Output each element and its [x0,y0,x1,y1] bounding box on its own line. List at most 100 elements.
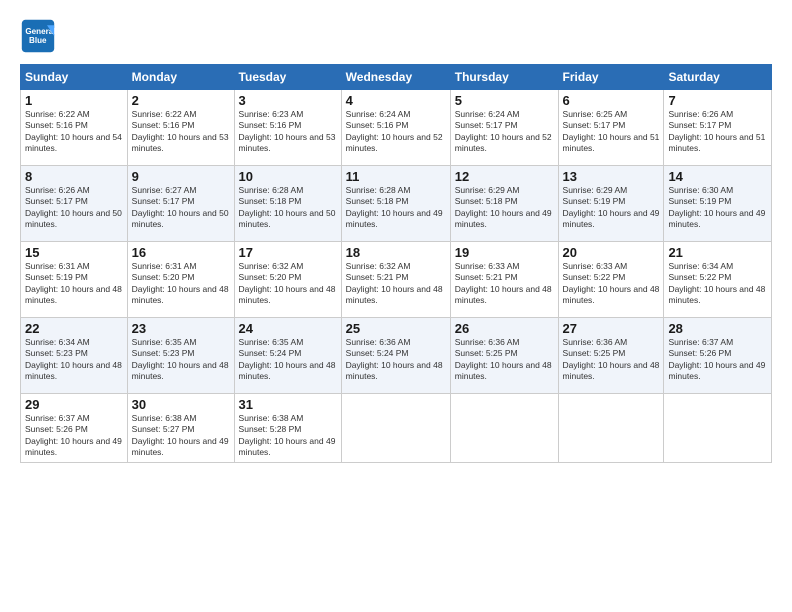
day-number: 17 [239,245,337,260]
day-number: 31 [239,397,337,412]
day-info: Sunrise: 6:38 AMSunset: 5:27 PMDaylight:… [132,413,230,459]
calendar-cell: 29Sunrise: 6:37 AMSunset: 5:26 PMDayligh… [21,394,128,463]
day-info: Sunrise: 6:31 AMSunset: 5:19 PMDaylight:… [25,261,123,307]
calendar-cell: 15Sunrise: 6:31 AMSunset: 5:19 PMDayligh… [21,242,128,318]
calendar-cell: 6Sunrise: 6:25 AMSunset: 5:17 PMDaylight… [558,90,664,166]
day-number: 2 [132,93,230,108]
day-info: Sunrise: 6:24 AMSunset: 5:16 PMDaylight:… [346,109,446,155]
day-info: Sunrise: 6:24 AMSunset: 5:17 PMDaylight:… [455,109,554,155]
day-info: Sunrise: 6:31 AMSunset: 5:20 PMDaylight:… [132,261,230,307]
calendar-cell: 17Sunrise: 6:32 AMSunset: 5:20 PMDayligh… [234,242,341,318]
day-number: 1 [25,93,123,108]
calendar-week-3: 15Sunrise: 6:31 AMSunset: 5:19 PMDayligh… [21,242,772,318]
day-info: Sunrise: 6:28 AMSunset: 5:18 PMDaylight:… [346,185,446,231]
weekday-header-saturday: Saturday [664,65,772,90]
calendar-cell: 4Sunrise: 6:24 AMSunset: 5:16 PMDaylight… [341,90,450,166]
day-info: Sunrise: 6:30 AMSunset: 5:19 PMDaylight:… [668,185,767,231]
calendar-cell: 20Sunrise: 6:33 AMSunset: 5:22 PMDayligh… [558,242,664,318]
day-info: Sunrise: 6:32 AMSunset: 5:21 PMDaylight:… [346,261,446,307]
day-number: 26 [455,321,554,336]
day-info: Sunrise: 6:22 AMSunset: 5:16 PMDaylight:… [25,109,123,155]
calendar-cell: 31Sunrise: 6:38 AMSunset: 5:28 PMDayligh… [234,394,341,463]
weekday-header-monday: Monday [127,65,234,90]
day-info: Sunrise: 6:36 AMSunset: 5:25 PMDaylight:… [563,337,660,383]
day-number: 27 [563,321,660,336]
page: General Blue SundayMondayTuesdayWednesda… [0,0,792,612]
weekday-header-friday: Friday [558,65,664,90]
weekday-header-tuesday: Tuesday [234,65,341,90]
day-info: Sunrise: 6:29 AMSunset: 5:19 PMDaylight:… [563,185,660,231]
day-info: Sunrise: 6:36 AMSunset: 5:25 PMDaylight:… [455,337,554,383]
day-number: 30 [132,397,230,412]
day-info: Sunrise: 6:32 AMSunset: 5:20 PMDaylight:… [239,261,337,307]
day-info: Sunrise: 6:27 AMSunset: 5:17 PMDaylight:… [132,185,230,231]
calendar-cell: 14Sunrise: 6:30 AMSunset: 5:19 PMDayligh… [664,166,772,242]
calendar-cell [450,394,558,463]
calendar-cell: 24Sunrise: 6:35 AMSunset: 5:24 PMDayligh… [234,318,341,394]
day-info: Sunrise: 6:37 AMSunset: 5:26 PMDaylight:… [25,413,123,459]
calendar-cell: 26Sunrise: 6:36 AMSunset: 5:25 PMDayligh… [450,318,558,394]
calendar-cell: 19Sunrise: 6:33 AMSunset: 5:21 PMDayligh… [450,242,558,318]
calendar-cell: 9Sunrise: 6:27 AMSunset: 5:17 PMDaylight… [127,166,234,242]
day-number: 25 [346,321,446,336]
calendar-week-4: 22Sunrise: 6:34 AMSunset: 5:23 PMDayligh… [21,318,772,394]
calendar-cell: 16Sunrise: 6:31 AMSunset: 5:20 PMDayligh… [127,242,234,318]
calendar-cell: 13Sunrise: 6:29 AMSunset: 5:19 PMDayligh… [558,166,664,242]
header-row: SundayMondayTuesdayWednesdayThursdayFrid… [21,65,772,90]
day-number: 28 [668,321,767,336]
calendar-cell: 28Sunrise: 6:37 AMSunset: 5:26 PMDayligh… [664,318,772,394]
calendar-cell: 3Sunrise: 6:23 AMSunset: 5:16 PMDaylight… [234,90,341,166]
calendar-cell: 21Sunrise: 6:34 AMSunset: 5:22 PMDayligh… [664,242,772,318]
day-number: 14 [668,169,767,184]
day-number: 21 [668,245,767,260]
calendar-cell: 22Sunrise: 6:34 AMSunset: 5:23 PMDayligh… [21,318,128,394]
calendar-cell [664,394,772,463]
day-info: Sunrise: 6:36 AMSunset: 5:24 PMDaylight:… [346,337,446,383]
logo-icon: General Blue [20,18,56,54]
weekday-header-wednesday: Wednesday [341,65,450,90]
day-number: 24 [239,321,337,336]
day-number: 7 [668,93,767,108]
day-info: Sunrise: 6:26 AMSunset: 5:17 PMDaylight:… [25,185,123,231]
day-info: Sunrise: 6:25 AMSunset: 5:17 PMDaylight:… [563,109,660,155]
calendar-cell: 11Sunrise: 6:28 AMSunset: 5:18 PMDayligh… [341,166,450,242]
day-number: 6 [563,93,660,108]
day-info: Sunrise: 6:22 AMSunset: 5:16 PMDaylight:… [132,109,230,155]
calendar-cell: 12Sunrise: 6:29 AMSunset: 5:18 PMDayligh… [450,166,558,242]
calendar-cell: 1Sunrise: 6:22 AMSunset: 5:16 PMDaylight… [21,90,128,166]
day-info: Sunrise: 6:34 AMSunset: 5:23 PMDaylight:… [25,337,123,383]
calendar-cell [558,394,664,463]
calendar-week-2: 8Sunrise: 6:26 AMSunset: 5:17 PMDaylight… [21,166,772,242]
day-info: Sunrise: 6:29 AMSunset: 5:18 PMDaylight:… [455,185,554,231]
day-info: Sunrise: 6:35 AMSunset: 5:23 PMDaylight:… [132,337,230,383]
day-number: 13 [563,169,660,184]
day-number: 5 [455,93,554,108]
day-info: Sunrise: 6:34 AMSunset: 5:22 PMDaylight:… [668,261,767,307]
day-info: Sunrise: 6:38 AMSunset: 5:28 PMDaylight:… [239,413,337,459]
day-number: 9 [132,169,230,184]
day-number: 8 [25,169,123,184]
day-number: 15 [25,245,123,260]
weekday-header-thursday: Thursday [450,65,558,90]
calendar-week-5: 29Sunrise: 6:37 AMSunset: 5:26 PMDayligh… [21,394,772,463]
logo: General Blue [20,18,62,54]
header: General Blue [20,18,772,54]
calendar-cell: 10Sunrise: 6:28 AMSunset: 5:18 PMDayligh… [234,166,341,242]
calendar-cell: 8Sunrise: 6:26 AMSunset: 5:17 PMDaylight… [21,166,128,242]
day-info: Sunrise: 6:35 AMSunset: 5:24 PMDaylight:… [239,337,337,383]
calendar-cell: 2Sunrise: 6:22 AMSunset: 5:16 PMDaylight… [127,90,234,166]
day-info: Sunrise: 6:33 AMSunset: 5:22 PMDaylight:… [563,261,660,307]
day-info: Sunrise: 6:28 AMSunset: 5:18 PMDaylight:… [239,185,337,231]
calendar-cell: 30Sunrise: 6:38 AMSunset: 5:27 PMDayligh… [127,394,234,463]
calendar-cell: 7Sunrise: 6:26 AMSunset: 5:17 PMDaylight… [664,90,772,166]
calendar-cell: 5Sunrise: 6:24 AMSunset: 5:17 PMDaylight… [450,90,558,166]
day-number: 11 [346,169,446,184]
calendar-cell: 25Sunrise: 6:36 AMSunset: 5:24 PMDayligh… [341,318,450,394]
day-number: 23 [132,321,230,336]
day-number: 29 [25,397,123,412]
day-info: Sunrise: 6:33 AMSunset: 5:21 PMDaylight:… [455,261,554,307]
day-number: 18 [346,245,446,260]
calendar-cell: 23Sunrise: 6:35 AMSunset: 5:23 PMDayligh… [127,318,234,394]
day-number: 16 [132,245,230,260]
day-info: Sunrise: 6:37 AMSunset: 5:26 PMDaylight:… [668,337,767,383]
